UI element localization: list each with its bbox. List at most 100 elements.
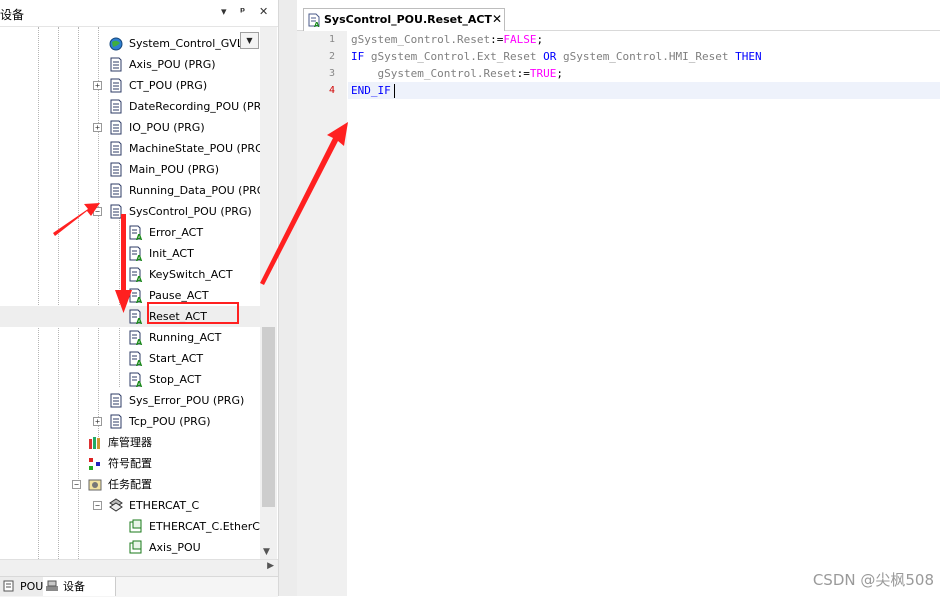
- code-line[interactable]: END_IF: [351, 82, 391, 99]
- line-number: 4: [328, 85, 335, 96]
- tree-item-syscontrol-pou-prg[interactable]: − SysControl_POU (PRG): [0, 201, 260, 222]
- tree-item-[interactable]: − 任务配置: [0, 474, 260, 495]
- tree-item-label: CT_POU (PRG): [129, 79, 208, 92]
- scroll-down-icon[interactable]: ▼: [263, 547, 270, 557]
- tree-item-init-act[interactable]: A Init_ACT: [0, 243, 260, 264]
- collapse-icon[interactable]: −: [93, 501, 102, 510]
- svg-text:A: A: [136, 380, 143, 387]
- pou-icon: [110, 183, 122, 198]
- pin-icon[interactable]: ᵖ: [240, 5, 245, 19]
- pou-icon: [110, 120, 122, 135]
- tree-item-running-data-pou-prg[interactable]: Running_Data_POU (PRG): [0, 180, 260, 201]
- scrollbar-thumb[interactable]: [262, 327, 275, 507]
- tree-item-running-act[interactable]: A Running_ACT: [0, 327, 260, 348]
- code-editor: A SysControl_POU.Reset_ACT ✕ 1 2 3 4 gSyste…: [297, 0, 940, 596]
- tree-item-axis-pou[interactable]: Axis_POU: [0, 537, 260, 558]
- task-call-icon: [129, 519, 142, 533]
- tree-item-label: Running_ACT: [149, 331, 222, 344]
- line-number: 2: [328, 51, 335, 62]
- tree-item-io-pou-prg[interactable]: + IO_POU (PRG): [0, 117, 260, 138]
- expand-icon[interactable]: +: [93, 81, 102, 90]
- tree-item-label: 库管理器: [108, 436, 152, 449]
- code-token: gSystem_Control.HMI_Reset: [562, 50, 729, 63]
- editor-tab-strip: A SysControl_POU.Reset_ACT ✕: [297, 0, 940, 31]
- tree-item-label: Sys_Error_POU (PRG): [129, 394, 245, 407]
- panel-bottom-tabs: POUs 设备: [0, 576, 278, 597]
- tree-item-label: Init_ACT: [149, 247, 194, 260]
- tree-item-tcp-pou-prg[interactable]: + Tcp_POU (PRG): [0, 411, 260, 432]
- tree-item-machinestate-pou-prg[interactable]: MachineState_POU (PRG): [0, 138, 260, 159]
- action-icon: A: [129, 288, 143, 303]
- close-tab-icon[interactable]: ✕: [492, 12, 502, 26]
- task-config-icon: [88, 479, 102, 491]
- panel-menu-icon[interactable]: ▾: [221, 5, 227, 19]
- tree-item-label: Axis_POU: [149, 541, 201, 554]
- tree-item-sys-error-pou-prg[interactable]: Sys_Error_POU (PRG): [0, 390, 260, 411]
- code-token: gSystem_Control.Ext_Reset: [370, 50, 537, 63]
- tree-item-ethercat-c[interactable]: − ETHERCAT_C: [0, 495, 260, 516]
- tree-item-axis-pou-prg[interactable]: Axis_POU (PRG): [0, 54, 260, 75]
- tree-item-start-act[interactable]: A Start_ACT: [0, 348, 260, 369]
- svg-text:A: A: [136, 338, 143, 345]
- current-line-highlight: [348, 82, 940, 99]
- pou-icon: [110, 162, 122, 177]
- tree-item-label: DateRecording_POU (PRG): [129, 100, 260, 113]
- tree-item-daterecording-pou-prg[interactable]: DateRecording_POU (PRG): [0, 96, 260, 117]
- ethercat-task-icon: [109, 498, 123, 512]
- svg-text:A: A: [136, 275, 143, 282]
- tree-item-label: Tcp_POU (PRG): [129, 415, 211, 428]
- action-icon: A: [129, 309, 143, 324]
- code-token: ;: [536, 33, 544, 46]
- library-icon: [89, 437, 100, 449]
- tree-item-ethercat-c-etherca[interactable]: ETHERCAT_C.EtherCA: [0, 516, 260, 537]
- tab-devices-label: 设备: [63, 580, 85, 593]
- close-panel-icon[interactable]: ✕: [259, 5, 268, 19]
- code-token: IF: [351, 50, 371, 63]
- action-icon: A: [129, 246, 143, 261]
- globe-icon: [109, 37, 123, 51]
- tree-item-label: 符号配置: [108, 457, 152, 470]
- code-token: gSystem_Control.Reset: [351, 33, 491, 46]
- tree-item-label: Stop_ACT: [149, 373, 202, 386]
- tree-vertical-scrollbar[interactable]: ▼: [260, 27, 277, 559]
- tree-item-main-pou-prg[interactable]: Main_POU (PRG): [0, 159, 260, 180]
- pous-icon: [3, 580, 14, 592]
- scroll-right-icon[interactable]: ▶: [267, 561, 274, 571]
- tree-item-label: Axis_POU (PRG): [129, 58, 216, 71]
- svg-text:A: A: [136, 254, 143, 261]
- tree-item-label: ETHERCAT_C: [129, 499, 200, 512]
- watermark: CSDN @尖枫508: [812, 571, 934, 589]
- collapse-icon[interactable]: −: [93, 207, 102, 216]
- tree-item-system-control-gvl[interactable]: System_Control_GVL: [0, 33, 260, 54]
- code-token: ;: [556, 67, 563, 80]
- tree-item-[interactable]: 库管理器: [0, 432, 260, 453]
- code-token: OR: [536, 50, 563, 63]
- tree-item-ct-pou-prg[interactable]: + CT_POU (PRG): [0, 75, 260, 96]
- tree-item-label: KeySwitch_ACT: [149, 268, 233, 281]
- tree-horizontal-scrollbar[interactable]: ▶: [0, 559, 278, 576]
- panel-splitter[interactable]: [278, 0, 298, 596]
- collapse-icon[interactable]: −: [72, 480, 81, 489]
- tree-item-label: IO_POU (PRG): [129, 121, 205, 134]
- tree-item-[interactable]: 符号配置: [0, 453, 260, 474]
- devices-panel: 设备 ▾ ᵖ ✕ System_Control_GVL Axis_POU (PRG…: [0, 0, 278, 597]
- tree-item-error-act[interactable]: A Error_ACT: [0, 222, 260, 243]
- code-text-area[interactable]: gSystem_Control.Reset:=FALSE; IF gSystem_…: [348, 31, 940, 596]
- editor-tab-reset-act[interactable]: A SysControl_POU.Reset_ACT ✕: [303, 8, 505, 31]
- chevron-down-icon[interactable]: ▼: [240, 32, 259, 49]
- code-line[interactable]: IF gSystem_Control.Ext_Reset OR gSystem_…: [351, 48, 762, 65]
- code-line[interactable]: gSystem_Control.Reset:=TRUE;: [351, 65, 563, 82]
- code-line[interactable]: gSystem_Control.Reset:=FALSE;: [351, 31, 543, 48]
- expand-icon[interactable]: +: [93, 123, 102, 132]
- tree-item-stop-act[interactable]: A Stop_ACT: [0, 369, 260, 390]
- device-tree: System_Control_GVL Axis_POU (PRG) + CT_POU …: [0, 27, 260, 559]
- tree-item-keyswitch-act[interactable]: A KeySwitch_ACT: [0, 264, 260, 285]
- tab-devices[interactable]: 设备: [43, 577, 116, 596]
- expand-icon[interactable]: +: [93, 417, 102, 426]
- symbol-config-icon: [89, 458, 100, 470]
- action-icon: A: [308, 13, 320, 27]
- action-icon: A: [129, 267, 143, 282]
- svg-text:A: A: [136, 359, 143, 366]
- pou-icon: [110, 393, 122, 408]
- code-token: :=: [516, 67, 530, 80]
